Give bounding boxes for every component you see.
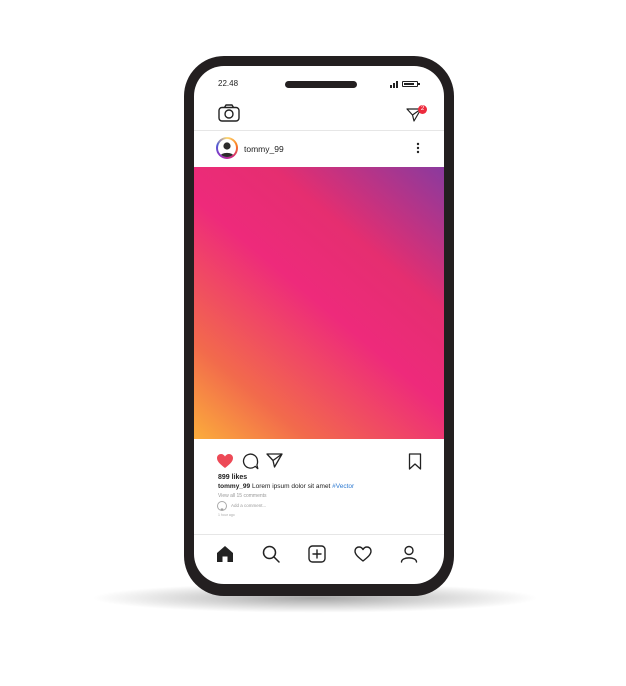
profile-icon bbox=[220, 508, 224, 510]
bookmark-icon[interactable] bbox=[408, 453, 422, 470]
add-post-icon[interactable] bbox=[308, 545, 326, 563]
status-time: 22.48 bbox=[218, 79, 239, 88]
home-icon[interactable] bbox=[216, 545, 234, 563]
view-comments-link[interactable]: View all 15 comments bbox=[218, 493, 267, 499]
phone-screen: 22.48 2 tommy_99 899 likes tommy_99 Lore… bbox=[194, 66, 444, 584]
post-caption: tommy_99 Lorem ipsum dolor sit amet #Vec… bbox=[218, 483, 354, 490]
add-comment-input[interactable]: Add a comment... bbox=[231, 503, 266, 508]
battery-icon bbox=[402, 81, 420, 87]
signal-icon bbox=[390, 81, 398, 88]
comment-icon[interactable] bbox=[242, 453, 259, 470]
post-actions bbox=[194, 451, 444, 473]
caption-hashtag[interactable]: #Vector bbox=[332, 483, 354, 490]
likes-count[interactable]: 899 likes bbox=[218, 474, 247, 481]
profile-icon[interactable] bbox=[400, 545, 418, 563]
caption-text: Lorem ipsum dolor sit amet bbox=[251, 483, 331, 490]
heart-icon[interactable] bbox=[354, 545, 372, 563]
comment-avatar bbox=[217, 501, 227, 511]
search-icon[interactable] bbox=[262, 545, 280, 563]
notification-badge: 2 bbox=[418, 105, 427, 114]
avatar[interactable] bbox=[216, 137, 238, 159]
profile-icon bbox=[220, 142, 234, 157]
paper-plane-icon[interactable] bbox=[266, 453, 283, 468]
post-username[interactable]: tommy_99 bbox=[244, 144, 284, 154]
post-header: tommy_99 bbox=[194, 131, 444, 167]
caption-username[interactable]: tommy_99 bbox=[218, 483, 250, 490]
post-image[interactable] bbox=[194, 167, 444, 439]
post-timestamp: 1 hour ago bbox=[218, 513, 235, 517]
camera-icon[interactable] bbox=[218, 104, 240, 122]
more-vertical-icon[interactable] bbox=[414, 141, 422, 155]
top-bar: 2 bbox=[194, 96, 444, 131]
speaker-notch bbox=[285, 81, 357, 88]
bottom-nav bbox=[194, 534, 444, 575]
heart-filled-icon[interactable] bbox=[216, 453, 234, 469]
